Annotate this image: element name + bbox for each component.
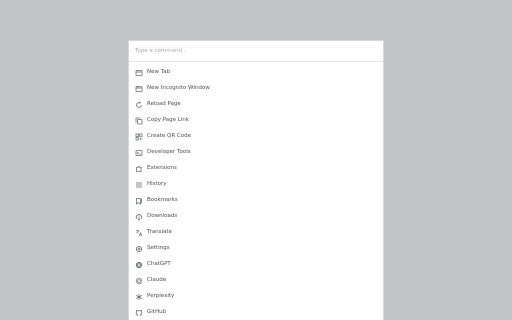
cloud-download-icon (135, 213, 143, 221)
command-label: Copy Page Link (147, 117, 190, 124)
command-item-history[interactable]: History (129, 177, 383, 193)
command-item-chatgpt[interactable]: ChatGPT (129, 257, 383, 273)
chatgpt-icon (135, 261, 143, 269)
command-item-bookmarks[interactable]: Bookmarks (129, 193, 383, 209)
command-search-input[interactable] (135, 48, 375, 54)
command-label: Developer Tools (147, 149, 191, 156)
command-label: Bookmarks (147, 197, 178, 204)
bookmark-icon (135, 197, 143, 205)
command-label: New Tab (147, 69, 171, 76)
command-item-downloads[interactable]: Downloads (129, 209, 383, 225)
command-label: Translate (147, 229, 172, 236)
command-list: New Tab New Incognito Window Reload Page… (129, 65, 383, 320)
perplexity-icon (135, 293, 143, 301)
command-label: New Incognito Window (147, 85, 210, 92)
command-item-claude[interactable]: Claude (129, 273, 383, 289)
search-bar (129, 41, 383, 62)
gear-icon (135, 245, 143, 253)
claude-icon (135, 277, 143, 285)
list-icon (135, 181, 143, 189)
command-label: Perplexity (147, 293, 175, 300)
new-tab-icon (135, 69, 143, 77)
command-item-reload-page[interactable]: Reload Page (129, 97, 383, 113)
command-item-extensions[interactable]: Extensions (129, 161, 383, 177)
puzzle-icon (135, 165, 143, 173)
command-item-developer-tools[interactable]: Developer Tools (129, 145, 383, 161)
command-item-perplexity[interactable]: Perplexity (129, 289, 383, 305)
command-label: Reload Page (147, 101, 181, 108)
command-item-settings[interactable]: Settings (129, 241, 383, 257)
command-palette: New Tab New Incognito Window Reload Page… (128, 40, 384, 320)
command-label: Claude (147, 277, 167, 284)
reload-icon (135, 101, 143, 109)
command-item-create-qr-code[interactable]: Create QR Code (129, 129, 383, 145)
command-item-translate[interactable]: Translate (129, 225, 383, 241)
command-label: GitHub (147, 309, 167, 316)
command-label: ChatGPT (147, 261, 171, 268)
command-item-github[interactable]: GitHub (129, 305, 383, 320)
github-icon (135, 309, 143, 317)
incognito-icon (135, 85, 143, 93)
command-item-new-tab[interactable]: New Tab (129, 65, 383, 81)
translate-icon (135, 229, 143, 237)
command-label: History (147, 181, 167, 188)
command-item-copy-page-link[interactable]: Copy Page Link (129, 113, 383, 129)
command-label: Create QR Code (147, 133, 192, 140)
command-item-new-incognito-window[interactable]: New Incognito Window (129, 81, 383, 97)
qr-code-icon (135, 133, 143, 141)
terminal-icon (135, 149, 143, 157)
copy-icon (135, 117, 143, 125)
command-label: Downloads (147, 213, 178, 220)
command-label: Settings (147, 245, 170, 252)
command-label: Extensions (147, 165, 177, 172)
